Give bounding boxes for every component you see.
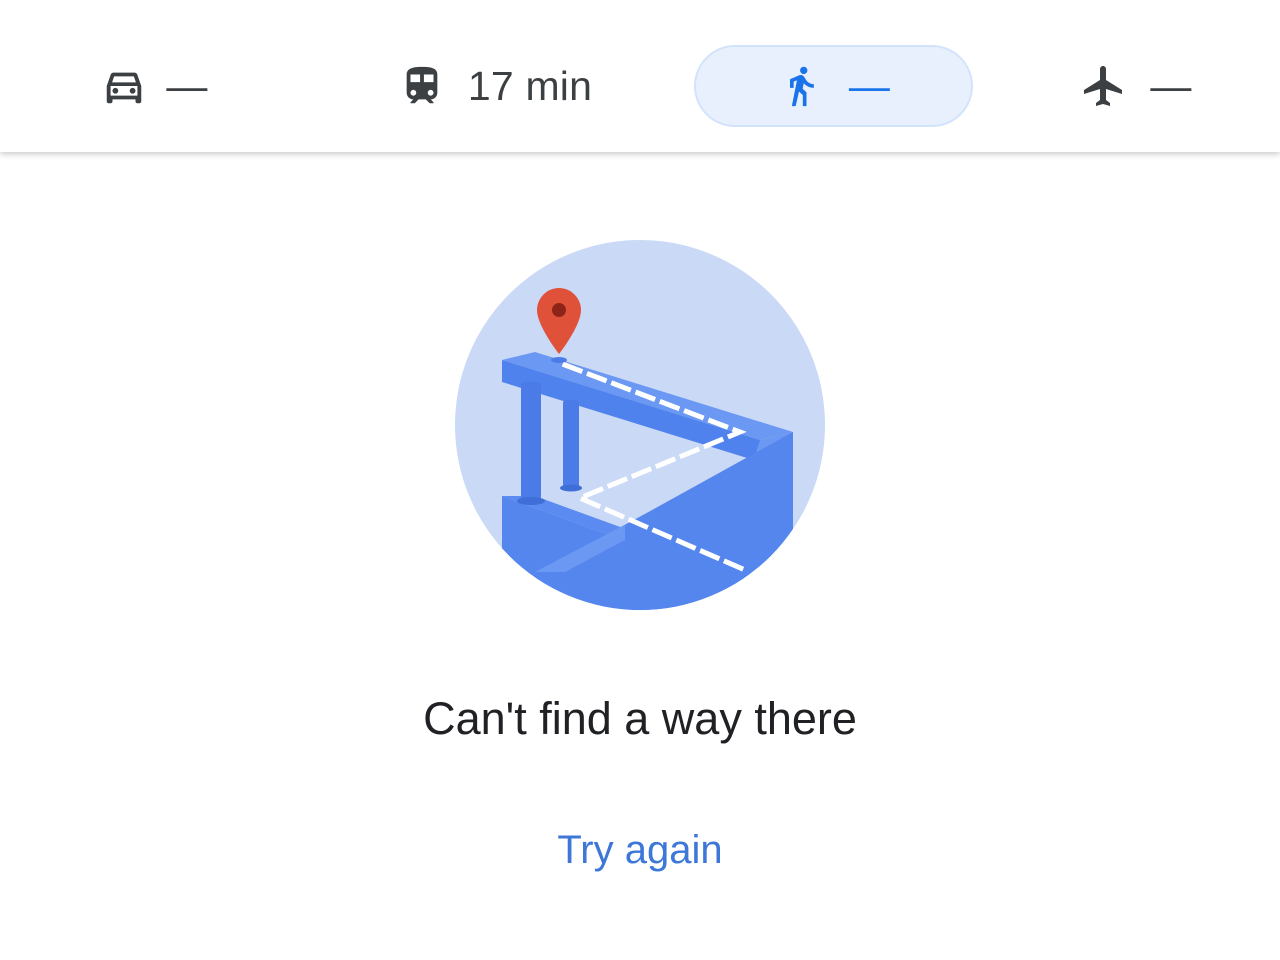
car-icon — [100, 62, 148, 110]
travel-mode-bar: — 17 min — — — [0, 0, 1280, 152]
travel-mode-flight[interactable]: — — [1066, 45, 1206, 127]
walking-person-icon — [777, 62, 825, 110]
directions-screen: — 17 min — — Can't find a way there Try … — [0, 0, 1280, 960]
flight-duration: — — [1150, 62, 1192, 109]
airplane-icon — [1080, 62, 1128, 110]
travel-mode-driving[interactable]: — — [84, 45, 224, 127]
travel-mode-walking[interactable]: — — [694, 45, 973, 127]
no-route-message: Can't find a way there — [423, 693, 857, 744]
train-icon — [398, 62, 446, 110]
transit-duration: 17 min — [467, 62, 593, 109]
try-again-button[interactable]: Try again — [540, 820, 740, 880]
walking-duration: — — [848, 62, 891, 109]
no-route-panel: Can't find a way there Try again — [0, 152, 1280, 960]
no-route-illustration — [455, 240, 825, 610]
travel-mode-transit[interactable]: 17 min — [380, 45, 610, 127]
driving-duration: — — [166, 62, 208, 109]
